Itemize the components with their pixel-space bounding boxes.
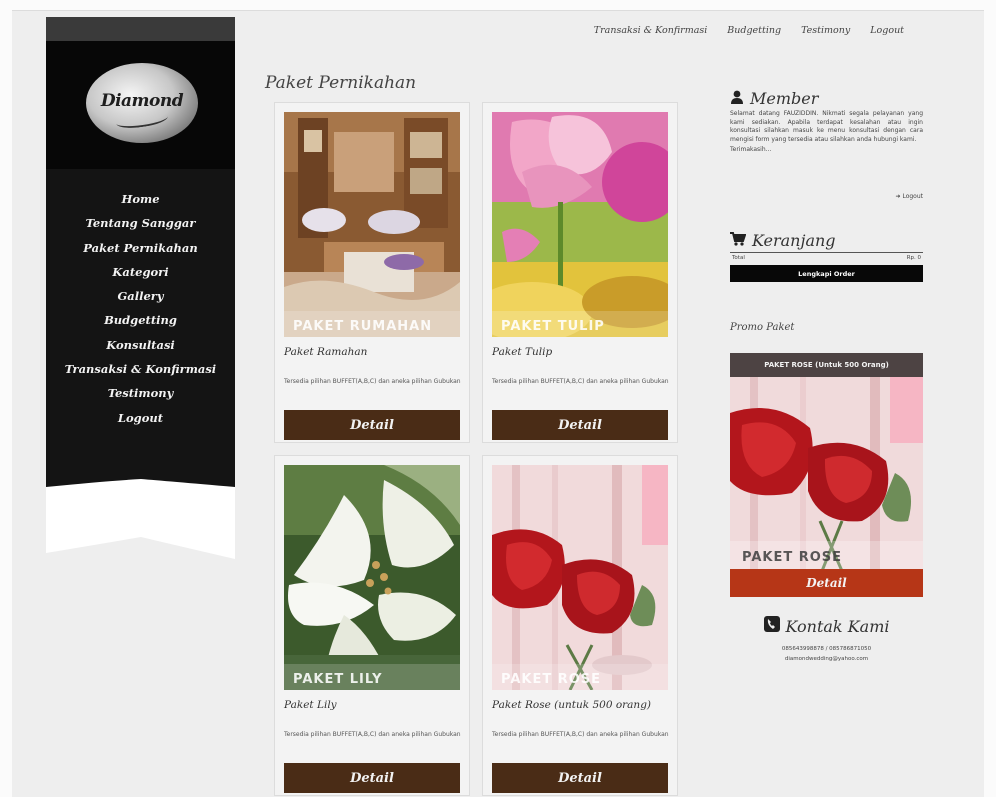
card-description: Tersedia pilihan BUFFET(A,B,C) dan aneka… (492, 731, 669, 738)
contact-title-text: Kontak Kami (785, 616, 890, 636)
package-card: PAKET LILY Paket Lily Tersedia pilihan B… (274, 455, 470, 796)
cart-icon (730, 231, 747, 250)
topnav-transaksi[interactable]: Transaksi & Konfirmasi (594, 25, 708, 36)
member-logout-label: Logout (902, 193, 923, 200)
sidebar-item-gallery[interactable]: Gallery (46, 284, 235, 308)
card-description: Tersedia pilihan BUFFET(A,B,C) dan aneka… (284, 731, 461, 738)
sidebar-top-bar (46, 17, 235, 41)
package-card: PAKET TULIP Paket Tulip Tersedia pilihan… (482, 102, 678, 443)
sidebar-item-home[interactable]: Home (46, 187, 235, 211)
package-image-lily[interactable]: PAKET LILY (284, 465, 460, 690)
cart-title-text: Keranjang (752, 231, 836, 250)
card-description: Tersedia pilihan BUFFET(A,B,C) dan aneka… (284, 378, 461, 385)
promo-image[interactable]: PAKET ROSE (Untuk 500 Orang) PAKET ROSE (730, 353, 923, 571)
sidebar-item-paket-pernikahan[interactable]: Paket Pernikahan (46, 236, 235, 260)
sidebar-item-transaksi[interactable]: Transaksi & Konfirmasi (46, 357, 235, 381)
page-title: Paket Pernikahan (265, 73, 417, 93)
logo-oval: Diamond (86, 63, 198, 143)
image-label: PAKET RUMAHAN (293, 319, 433, 334)
sidebar-item-testimony[interactable]: Testimony (46, 381, 235, 405)
member-welcome-text: Selamat datang FAUZIDDIN. Nikmati segala… (730, 110, 923, 143)
top-nav: Transaksi & Konfirmasi Budgetting Testim… (594, 25, 904, 36)
cart-widget: Keranjang Total Rp. 0 Lengkapi Order (730, 231, 923, 282)
logo-text: Diamond (100, 91, 184, 111)
sidebar-item-logout[interactable]: Logout (46, 406, 235, 430)
contact-title: Kontak Kami (730, 616, 923, 636)
contact-phone: 085643998878 / 085786871050 (781, 646, 872, 652)
sidebar-item-kategori[interactable]: Kategori (46, 260, 235, 284)
member-widget: Member Selamat datang FAUZIDDIN. Nikmati… (730, 89, 923, 155)
promo-detail-button[interactable]: Detail (730, 569, 923, 597)
topnav-testimony[interactable]: Testimony (801, 25, 850, 36)
cart-total-label: Total (732, 255, 745, 261)
detail-button[interactable]: Detail (284, 410, 460, 440)
package-image-rumahan[interactable]: PAKET RUMAHAN (284, 112, 460, 337)
package-card: PAKET ROSE Paket Rose (untuk 500 orang) … (482, 455, 678, 796)
image-label: PAKET TULIP (501, 319, 605, 334)
page: Diamond Home Tentang Sanggar Paket Perni… (12, 10, 984, 797)
image-label: PAKET ROSE (501, 672, 602, 687)
promo-title: Promo Paket (730, 322, 795, 333)
sidebar-item-tentang-sanggar[interactable]: Tentang Sanggar (46, 211, 235, 235)
cart-title: Keranjang (730, 231, 923, 250)
member-title: Member (730, 89, 923, 108)
sidebar-item-konsultasi[interactable]: Konsultasi (46, 333, 235, 357)
logo-area[interactable]: Diamond (46, 41, 235, 169)
promo-caption: PAKET ROSE (Untuk 500 Orang) (730, 353, 923, 377)
sidebar: Diamond Home Tentang Sanggar Paket Perni… (46, 17, 235, 559)
detail-button[interactable]: Detail (492, 763, 668, 793)
phone-icon (763, 616, 780, 636)
sidebar-nav: Home Tentang Sanggar Paket Pernikahan Ka… (46, 169, 235, 477)
member-logout-link[interactable]: ➜ Logout (896, 193, 924, 200)
detail-button[interactable]: Detail (492, 410, 668, 440)
user-icon (730, 89, 744, 108)
package-card: PAKET RUMAHAN Paket Ramahan Tersedia pil… (274, 102, 470, 443)
logo-flourish (115, 109, 169, 131)
card-description: Tersedia pilihan BUFFET(A,B,C) dan aneka… (492, 378, 669, 385)
contact-email[interactable]: diamondwedding@yahoo.com (730, 654, 923, 664)
contact-widget: Kontak Kami 085643998878 / 085786871050 … (730, 616, 923, 664)
card-title: Paket Lily (284, 699, 337, 711)
sidebar-ribbon (46, 477, 235, 559)
detail-button[interactable]: Detail (284, 763, 460, 793)
topnav-budgetting[interactable]: Budgetting (727, 25, 781, 36)
package-image-tulip[interactable]: PAKET TULIP (492, 112, 668, 337)
card-title: Paket Tulip (492, 346, 553, 358)
member-thanks-text: Terimakasih... (730, 146, 772, 154)
signout-icon: ➜ (895, 193, 901, 200)
card-title: Paket Rose (untuk 500 orang) (492, 699, 652, 711)
right-sidebar: Member Selamat datang FAUZIDDIN. Nikmati… (730, 89, 923, 789)
topnav-logout[interactable]: Logout (870, 25, 904, 36)
promo-image-label: PAKET ROSE (742, 550, 843, 565)
package-image-rose[interactable]: PAKET ROSE (492, 465, 668, 690)
cart-total-value: Rp. 0 (906, 255, 921, 261)
complete-order-button[interactable]: Lengkapi Order (730, 265, 923, 282)
sidebar-item-budgetting[interactable]: Budgetting (46, 308, 235, 332)
cart-total-row: Total Rp. 0 (730, 253, 923, 261)
member-title-text: Member (750, 89, 819, 108)
card-title: Paket Ramahan (284, 346, 368, 358)
image-label: PAKET LILY (293, 672, 383, 687)
